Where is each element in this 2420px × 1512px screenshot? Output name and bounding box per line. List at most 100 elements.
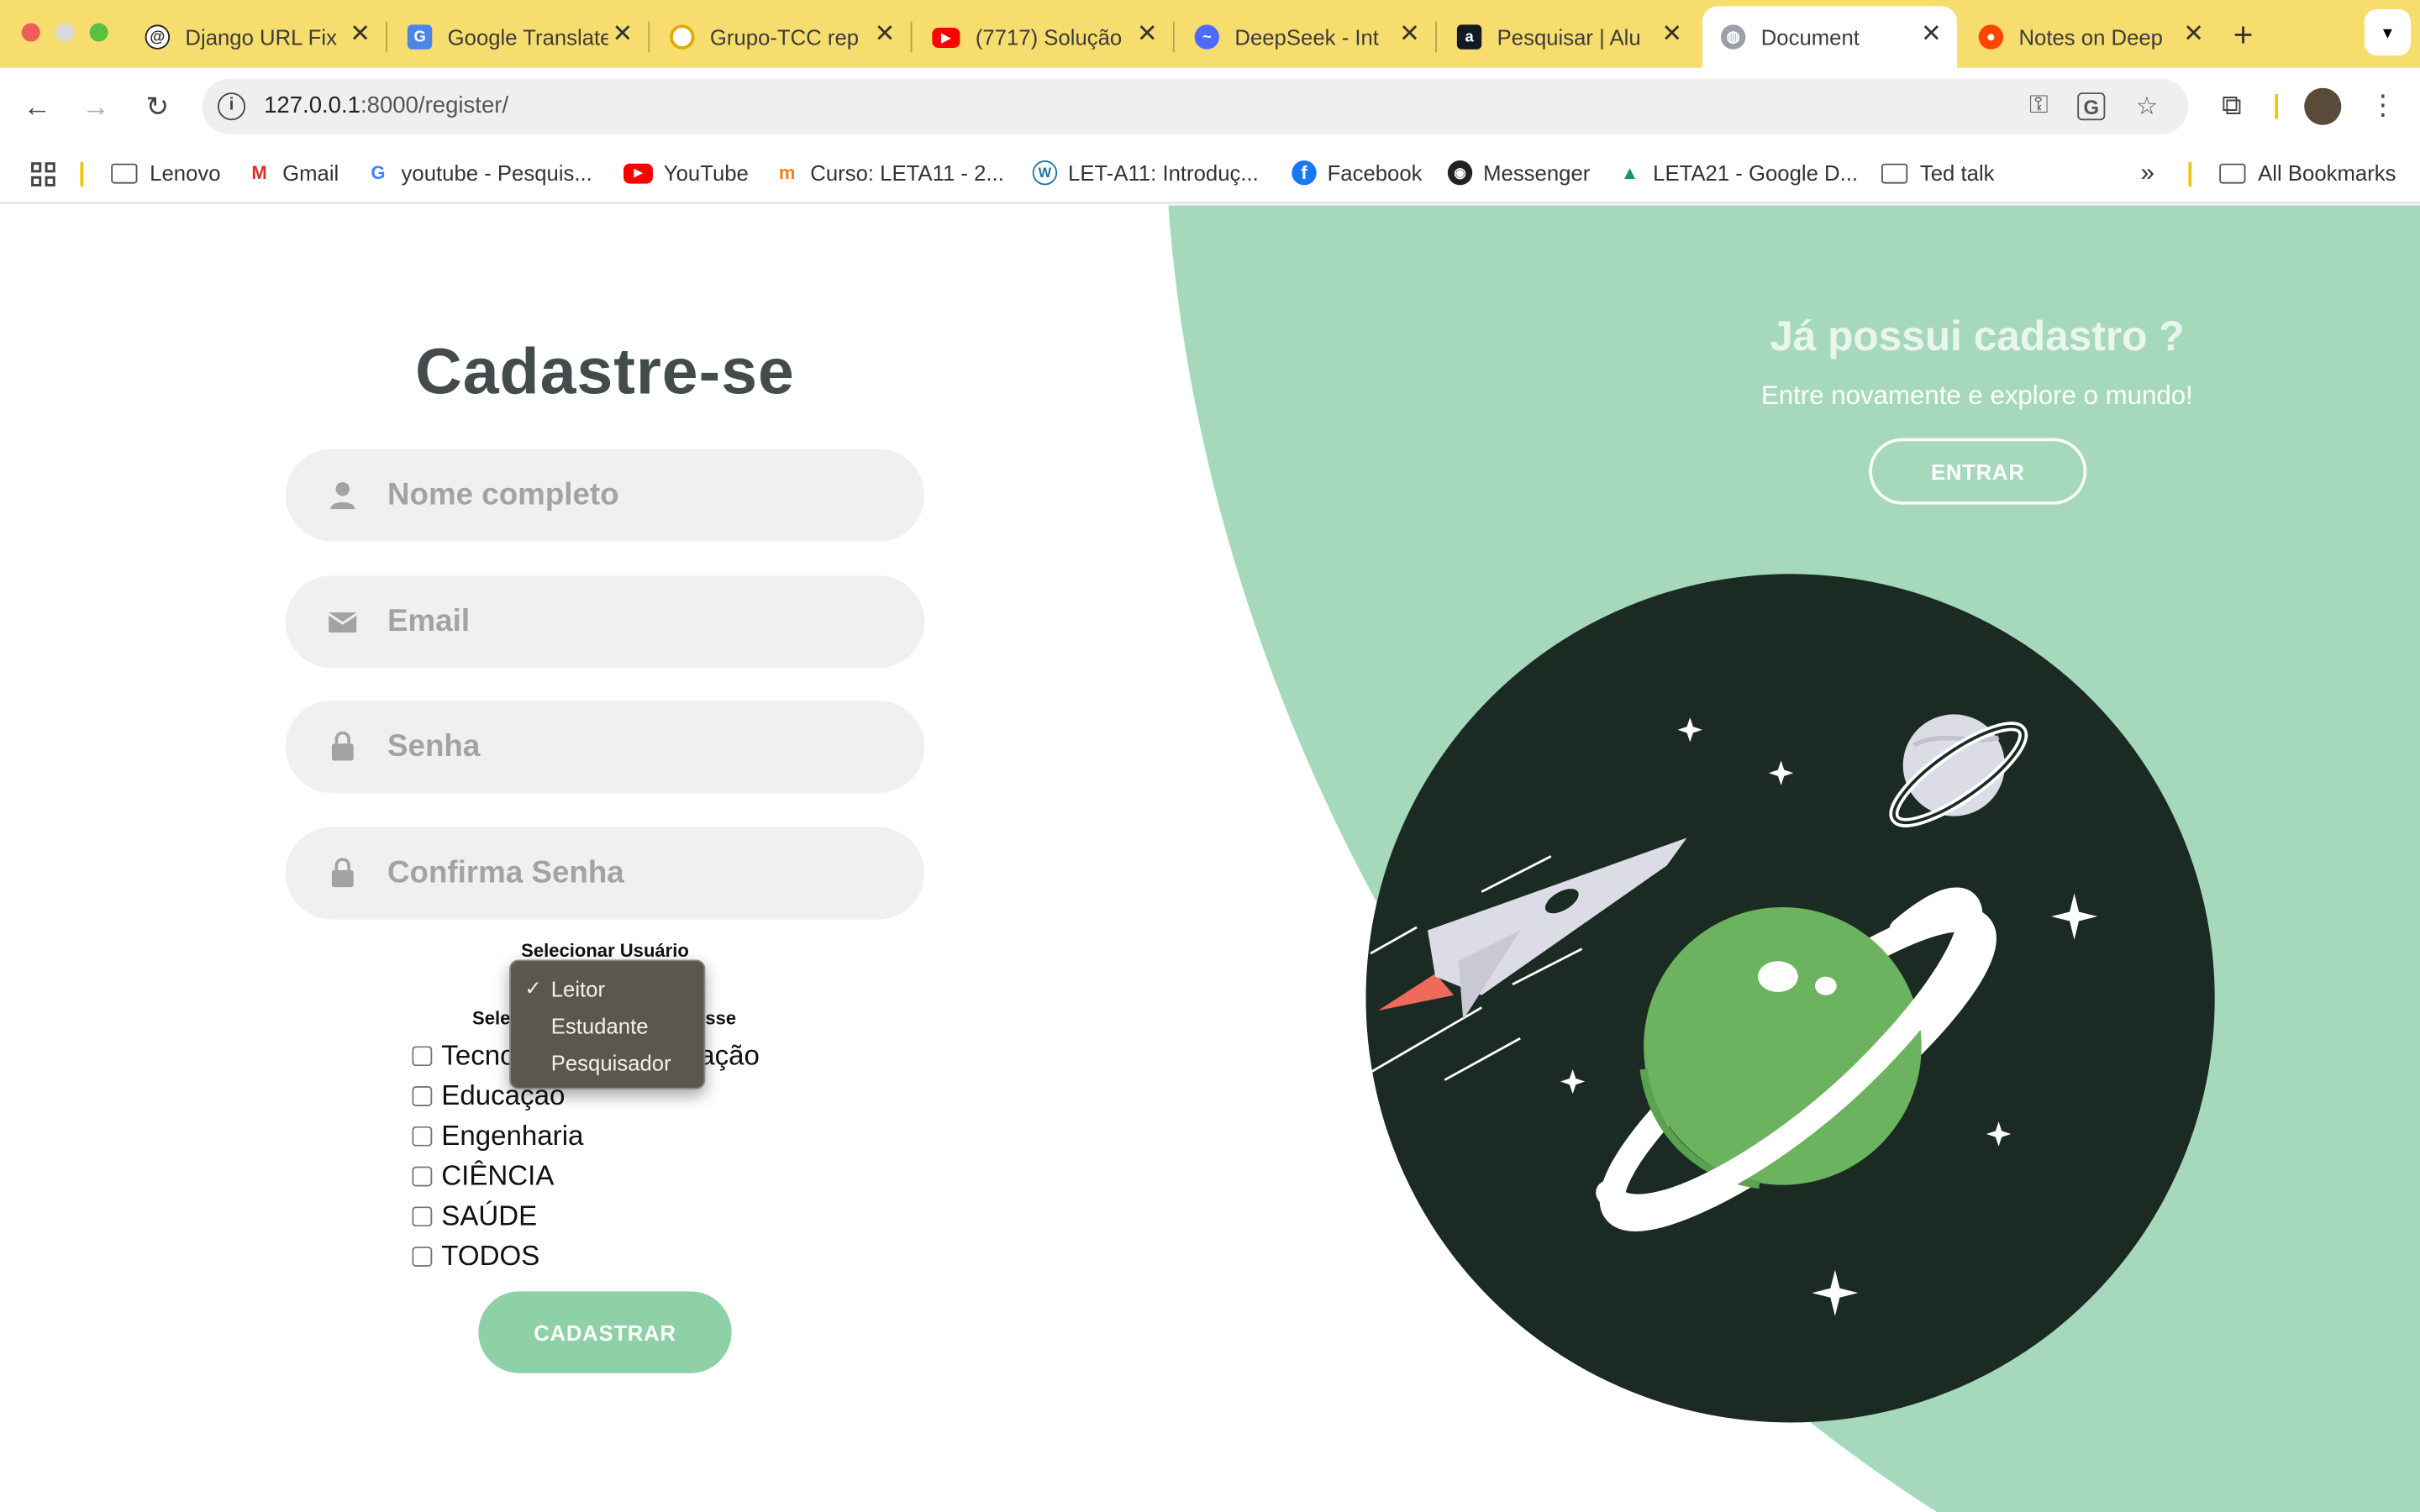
translate-icon[interactable]: G bbox=[2077, 92, 2106, 121]
gmail-icon: M bbox=[251, 161, 267, 184]
close-tab-icon[interactable]: ✕ bbox=[1137, 23, 1158, 48]
close-tab-icon[interactable]: ✕ bbox=[2183, 23, 2204, 48]
user-type-dropdown[interactable]: ✓ Leitor Estudante Pesquisador bbox=[509, 959, 706, 1089]
tab-title: DeepSeek - Int bbox=[1234, 24, 1379, 50]
name-input[interactable] bbox=[387, 467, 881, 523]
interest-option-label: TODOS bbox=[441, 1239, 540, 1271]
lock-icon bbox=[331, 731, 354, 761]
interest-option[interactable]: Engenharia bbox=[411, 1116, 760, 1156]
password-input[interactable] bbox=[387, 718, 881, 775]
bookmark-leta21[interactable]: ▲ LETA21 - Google D... bbox=[1618, 160, 1858, 185]
profile-avatar[interactable] bbox=[2304, 87, 2342, 125]
dropdown-option-leitor[interactable]: ✓ Leitor bbox=[511, 970, 704, 1007]
interest-option[interactable]: SAÚDE bbox=[411, 1195, 760, 1236]
dropdown-option-estudante[interactable]: Estudante bbox=[511, 1007, 704, 1044]
new-tab-icon[interactable]: + bbox=[2233, 15, 2254, 55]
google-icon: G bbox=[371, 161, 386, 184]
bookmark-label: YouTube bbox=[663, 160, 749, 186]
bookmark-label: Ted talk bbox=[1919, 160, 1995, 186]
page-title: Cadastre-se bbox=[415, 334, 795, 407]
login-button[interactable]: ENTRAR bbox=[1869, 438, 2087, 505]
bookmark-curso-leta11[interactable]: m Curso: LETA11 - 2... bbox=[775, 160, 1004, 185]
all-bookmarks[interactable]: All Bookmarks bbox=[2219, 160, 2396, 185]
extensions-icon[interactable]: ⧉ bbox=[2213, 87, 2250, 123]
interest-checkbox[interactable] bbox=[412, 1165, 433, 1186]
interest-label-end: sse bbox=[705, 1007, 737, 1030]
bookmark-ted-talk[interactable]: Ted talk bbox=[1881, 160, 1995, 185]
reload-icon[interactable]: ↻ bbox=[139, 88, 176, 125]
close-tab-icon[interactable]: ✕ bbox=[612, 23, 633, 48]
facebook-icon: f bbox=[1292, 160, 1317, 186]
tab-separator bbox=[1172, 21, 1175, 53]
close-window-button[interactable] bbox=[21, 23, 40, 42]
youtube-icon: ▶ bbox=[932, 27, 960, 48]
bookmark-youtube-pesquisa[interactable]: Gyoutube - Pesquis... bbox=[366, 160, 592, 185]
name-field[interactable] bbox=[285, 449, 925, 542]
url-text[interactable]: 127.0.0.1:8000/register/ bbox=[264, 92, 508, 118]
close-tab-icon[interactable]: ✕ bbox=[1661, 23, 1682, 48]
bookmark-facebook[interactable]: f Facebook bbox=[1292, 160, 1423, 186]
confirm-password-field[interactable] bbox=[285, 827, 925, 920]
tab-pesquisar[interactable]: a Pesquisar | Alu ✕ bbox=[1439, 6, 1698, 67]
tab-document[interactable]: ◍ Document ✕ bbox=[1702, 6, 1957, 68]
bookmark-gmail[interactable]: M Gmail bbox=[247, 160, 339, 185]
login-prompt-title: Já possui cadastro ? bbox=[1770, 312, 2185, 360]
close-tab-icon[interactable]: ✕ bbox=[1399, 23, 1420, 48]
minimize-window-button[interactable] bbox=[55, 23, 75, 42]
interest-checkbox[interactable] bbox=[412, 1246, 433, 1267]
google-drive-icon: ▲ bbox=[1620, 161, 1639, 184]
back-icon[interactable]: ← bbox=[18, 88, 55, 125]
forward-icon[interactable]: → bbox=[77, 88, 114, 125]
password-field[interactable] bbox=[285, 700, 925, 794]
tab-grupo-tcc[interactable]: Grupo-TCC rep ✕ bbox=[651, 6, 913, 67]
close-tab-icon[interactable]: ✕ bbox=[350, 23, 371, 48]
more-bookmarks-icon[interactable]: » bbox=[2141, 160, 2154, 188]
bookmark-youtube[interactable]: ▶ YouTube bbox=[623, 160, 749, 185]
tab-separator bbox=[386, 21, 388, 53]
toolbar-divider bbox=[2275, 94, 2279, 119]
address-bar[interactable]: i 127.0.0.1:8000/register/ ⚿ G ☆ bbox=[202, 78, 2189, 134]
tab-title: Notes on Deep bbox=[2018, 24, 2164, 50]
user-icon bbox=[330, 481, 355, 510]
reddit-icon: ● bbox=[1978, 24, 2004, 50]
maximize-window-button[interactable] bbox=[89, 23, 108, 42]
interest-label-start: Sele bbox=[472, 1007, 511, 1030]
bookmark-label: Messenger bbox=[1483, 160, 1591, 186]
tab-deepseek[interactable]: ~ DeepSeek - Int ✕ bbox=[1176, 6, 1438, 67]
register-button[interactable]: CADASTRAR bbox=[478, 1291, 732, 1373]
interest-checkbox[interactable] bbox=[412, 1085, 433, 1106]
tab-title: Grupo-TCC rep bbox=[709, 24, 860, 50]
tab-notes-on-deep[interactable]: ● Notes on Deep ✕ bbox=[1960, 6, 2220, 67]
password-key-icon[interactable]: ⚿ bbox=[2023, 91, 2054, 122]
tab-django-url-fix[interactable]: @ Django URL Fix ✕ bbox=[127, 6, 388, 67]
interest-checkbox[interactable] bbox=[412, 1125, 433, 1146]
interest-option-label: CIÊNCIA bbox=[441, 1159, 555, 1191]
youtube-icon: ▶ bbox=[623, 162, 653, 183]
menu-icon[interactable]: ⋮ bbox=[2365, 87, 2402, 123]
interest-option[interactable]: TODOS bbox=[411, 1236, 760, 1276]
bookmark-label: Curso: LETA11 - 2... bbox=[810, 160, 1004, 186]
dropdown-option-pesquisador[interactable]: Pesquisador bbox=[511, 1044, 704, 1081]
google-translate-icon: G bbox=[407, 24, 433, 50]
tab-search-chevron-icon[interactable]: ▾ bbox=[2364, 9, 2411, 56]
close-tab-icon[interactable]: ✕ bbox=[1921, 23, 1942, 48]
tab-google-translate[interactable]: G Google Translate ✕ bbox=[389, 6, 650, 67]
site-info-icon[interactable]: i bbox=[217, 92, 246, 121]
confirm-password-input[interactable] bbox=[387, 845, 881, 901]
folder-icon bbox=[2219, 162, 2246, 183]
tab-title: Google Translate bbox=[447, 24, 608, 50]
bookmark-lenovo[interactable]: Lenovo bbox=[111, 160, 221, 185]
interest-checkbox[interactable] bbox=[412, 1205, 433, 1226]
tab-youtube-solucao[interactable]: ▶ (7717) Solução ✕ bbox=[913, 6, 1175, 67]
dropdown-option-label: Leitor bbox=[550, 976, 606, 1002]
close-tab-icon[interactable]: ✕ bbox=[875, 23, 896, 48]
interest-checkbox[interactable] bbox=[412, 1045, 433, 1066]
email-field[interactable] bbox=[285, 575, 925, 669]
bookmark-messenger[interactable]: ◉ Messenger bbox=[1447, 160, 1591, 186]
interest-option[interactable]: CIÊNCIA bbox=[411, 1156, 760, 1196]
bookmark-star-icon[interactable]: ☆ bbox=[2132, 91, 2163, 122]
email-input[interactable] bbox=[387, 594, 881, 650]
apps-grid-icon[interactable] bbox=[31, 162, 55, 186]
bookmark-let-a11[interactable]: W LET-A11: Introduç... bbox=[1032, 160, 1259, 186]
bookmark-label: Facebook bbox=[1327, 160, 1423, 186]
